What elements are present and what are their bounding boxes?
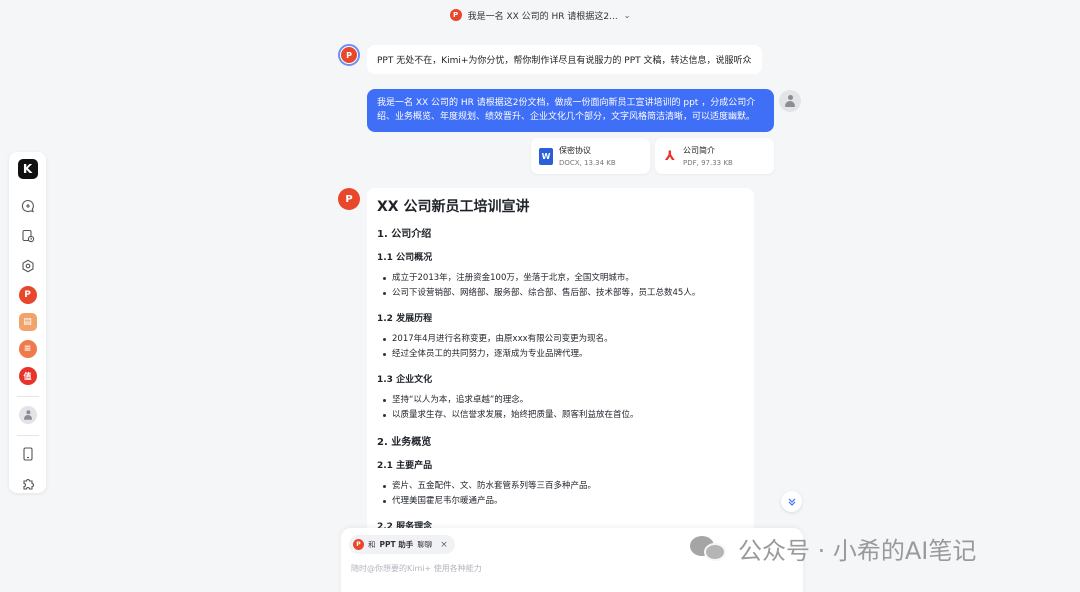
bullet-list: 成立于2013年，注册资金100万，坐落于北京，全国文明城市。 公司下设营销部、… [383,271,744,301]
section-heading: 1. 公司介绍 [377,229,432,240]
file-meta: PDF, 97.33 KB [683,159,733,167]
subsection-heading: 1.2 发展历程 [377,314,433,324]
subsection-heading: 2.1 主要产品 [377,461,433,471]
close-icon[interactable]: × [440,540,448,550]
list-item: 2017年4月进行名称变更，由原xxx有限公司变更为现名。 [383,332,744,347]
sidebar-divider [16,396,39,397]
kimi-logo[interactable]: K [17,159,38,179]
bullet-list: 坚持“以人为本，追求卓越”的理念。 以质量求生存、以信誉求发展，始终把质量、顾客… [383,393,744,423]
answer-title: XX 公司新员工培训宣讲 [377,199,530,215]
bot-avatar: P [338,188,360,210]
list-item: 成立于2013年，注册资金100万，坐落于北京，全国文明城市。 [383,271,744,286]
chip-suffix: 聊聊 [417,540,433,549]
hexagon-icon[interactable] [19,257,37,275]
list-item: 公司下设营销部、网络部、服务部、综合部、售后部、技术部等，员工总数45人。 [383,286,744,301]
watermark: 公众号 · 小希的AI笔记 [690,530,976,566]
user-icon [784,95,796,107]
conversation-title[interactable]: P 我是一名 XX 公司的 HR 请根据这2... ⌄ [0,6,1080,24]
bullet-list: 瓷片、五金配件、文、防水套管系列等三百多种产品。 代理美国霍尼韦尔暖通产品。 [383,479,744,509]
file-name: 公司简介 [683,146,715,155]
bot-avatar: P [338,44,360,66]
ppt-icon: P [341,47,357,63]
user-icon[interactable] [18,406,37,424]
sidebar: K P ▤ ≡ 值 [9,152,46,493]
history-icon[interactable] [19,227,37,245]
assistant-chip[interactable]: P 和 PPT 助手 聊聊 × [349,535,455,554]
word-icon: W [539,147,553,165]
subsection-heading: 1.3 企业文化 [377,375,433,385]
subsection-heading: 1.1 公司概况 [377,253,433,263]
greeting-message: PPT 无处不在，Kimi+为你分忧，帮你制作详尽且有说服力的 PPT 文稿，转… [367,45,762,74]
ppt-icon: P [449,9,462,21]
scroll-to-bottom-button[interactable] [781,491,802,512]
section-heading: 2. 业务概览 [377,437,432,448]
file-card-1[interactable]: ⅄ 公司简介 PDF, 97.33 KB [655,138,774,174]
chip-name: PPT 助手 [379,540,414,549]
note-icon[interactable]: ▤ [18,313,37,331]
user-avatar [779,90,801,112]
watermark-text: 公众号 · 小希的AI笔记 [738,536,977,565]
chat-input-placeholder[interactable]: 随时@你想要的Kimi+ 使用各种能力 [351,563,482,574]
wechat-icon [690,534,730,562]
list-item: 坚持“以人为本，追求卓越”的理念。 [383,393,744,408]
ppt-icon: P [338,188,360,210]
file-name: 保密协议 [559,146,591,155]
chat-plus-icon[interactable] [19,197,37,215]
file-meta: DOCX, 13.34 KB [559,159,616,167]
zhi-icon[interactable]: 值 [18,367,37,385]
list-item: 以质量求生存、以信誉求发展，始终把质量、顾客利益放在首位。 [383,408,744,423]
list-item: 经过全体员工的共同努力，逐渐成为专业品牌代理。 [383,347,744,362]
ppt-icon: P [353,539,364,550]
user-message: 我是一名 XX 公司的 HR 请根据这2份文档，做成一份面向新员工宣讲培训的 p… [367,89,774,132]
chevron-down-icon[interactable]: ⌄ [624,11,631,20]
puzzle-icon[interactable] [19,475,37,493]
pdf-icon: ⅄ [663,147,677,165]
bullet-list: 2017年4月进行名称变更，由原xxx有限公司变更为现名。 经过全体员工的共同努… [383,332,744,362]
list-item: 瓷片、五金配件、文、防水套管系列等三百多种产品。 [383,479,744,494]
file-card-0[interactable]: W 保密协议 DOCX, 13.34 KB [531,138,650,174]
list-icon[interactable]: ≡ [18,340,37,358]
phone-icon[interactable] [19,445,37,463]
conversation-title-text: 我是一名 XX 公司的 HR 请根据这2... [467,11,618,22]
chip-prefix: 和 [368,540,376,549]
sidebar-divider [16,435,39,436]
ppt-icon[interactable]: P [18,286,37,304]
double-chevron-down-icon [788,498,795,506]
list-item: 代理美国霍尼韦尔暖通产品。 [383,494,744,509]
